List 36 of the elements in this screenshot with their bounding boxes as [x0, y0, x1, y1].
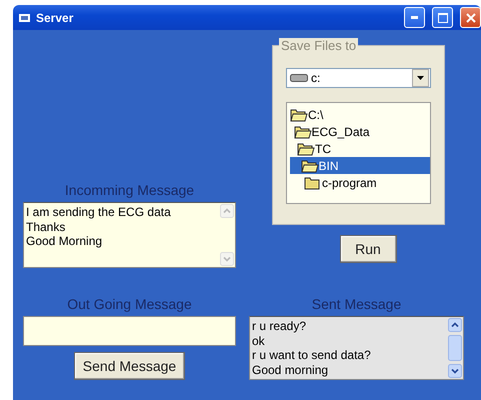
close-icon	[466, 12, 476, 22]
folder-item[interactable]: c-program	[322, 176, 377, 190]
sent-message-box[interactable]: r u ready? ok r u want to send data? Good morning	[249, 316, 464, 380]
drive-dropdown[interactable]: c:	[286, 68, 431, 88]
outgoing-label: Out Going Message	[67, 296, 192, 312]
scroll-thumb-icon[interactable]	[448, 335, 462, 361]
window-icon	[19, 12, 31, 22]
folder-item[interactable]: BIN	[318, 158, 339, 172]
message-line: r u ready?	[252, 319, 308, 334]
dropdown-button[interactable]	[412, 69, 429, 87]
run-button[interactable]: Run	[340, 235, 396, 263]
scroll-down-icon[interactable]	[448, 364, 462, 378]
message-line: ok	[252, 334, 266, 348]
window-title: Server	[36, 10, 74, 24]
minimize-button[interactable]	[404, 7, 425, 28]
message-line: Good morning	[252, 362, 330, 377]
outgoing-message-field[interactable]	[23, 316, 236, 346]
drive-text: c:	[311, 71, 322, 85]
message-line: I am sending the ECG data	[26, 205, 172, 220]
frame-label: Save Files to	[279, 38, 358, 53]
caret-icon	[417, 76, 424, 80]
folder-item[interactable]: TC	[315, 142, 331, 156]
folder-item[interactable]: ECG_Data	[312, 124, 370, 138]
sent-label: Sent Message	[312, 296, 402, 312]
message-line: Thanks	[26, 220, 66, 234]
message-line: r u want to send data?	[252, 348, 372, 362]
close-button[interactable]	[460, 7, 481, 28]
scroll-up-icon[interactable]	[448, 318, 462, 332]
send-message-button[interactable]: Send Message	[74, 352, 185, 380]
drive-icon	[290, 73, 308, 83]
incoming-label: Incomming Message	[64, 182, 194, 198]
minimize-icon	[411, 16, 418, 19]
maximize-button[interactable]	[432, 7, 453, 28]
folder-item[interactable]: C:\	[308, 108, 324, 122]
maximize-icon	[438, 12, 448, 22]
message-line: Good Morning	[26, 234, 104, 248]
